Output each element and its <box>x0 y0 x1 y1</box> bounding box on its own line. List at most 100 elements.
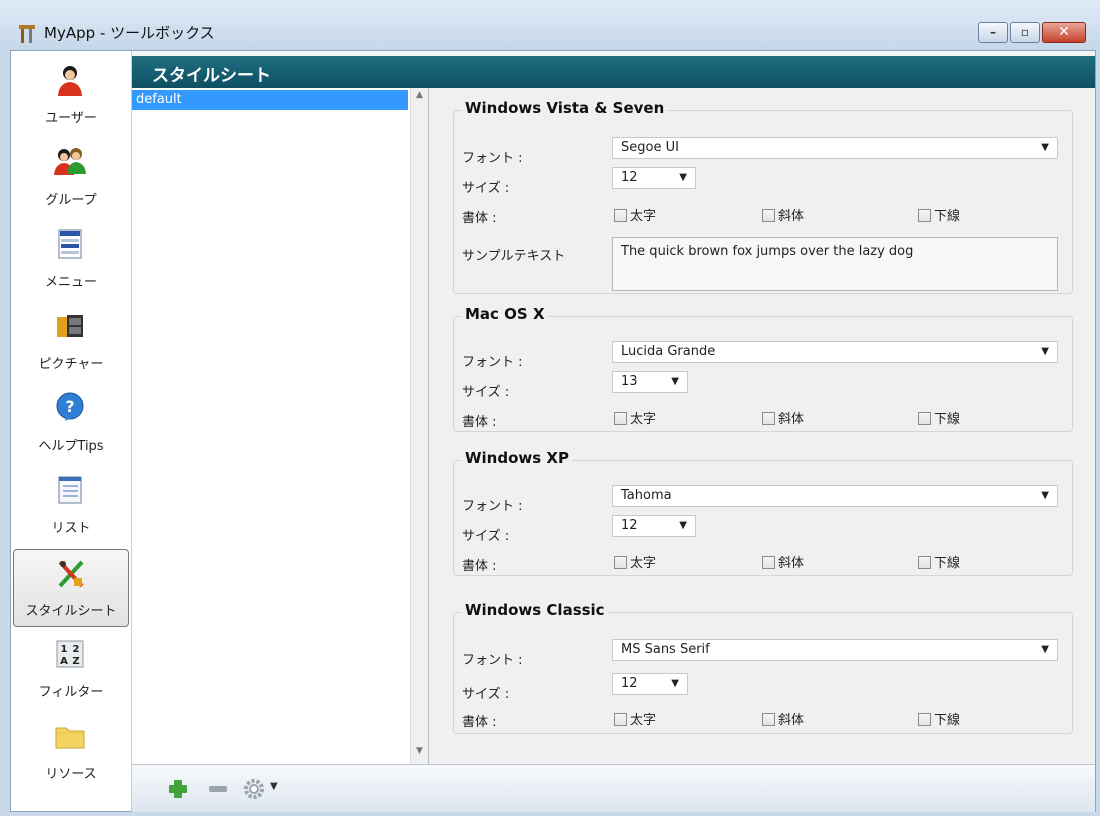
chevron-down-icon: ▼ <box>671 678 679 689</box>
bold-checkbox[interactable]: 太字 <box>614 709 656 728</box>
checkbox-box[interactable] <box>762 713 775 726</box>
underline-checkbox[interactable]: 下線 <box>918 709 960 728</box>
help-icon: ? <box>56 392 84 421</box>
remove-icon[interactable] <box>206 777 230 801</box>
underline-checkbox[interactable]: 下線 <box>918 205 960 224</box>
size-label: サイズ : <box>462 385 510 400</box>
style-label: 書体 : <box>462 715 497 730</box>
checkbox-box[interactable] <box>614 713 627 726</box>
chevron-down-icon: ▼ <box>1041 346 1049 357</box>
checkbox-box[interactable] <box>762 556 775 569</box>
chevron-down-icon: ▼ <box>1041 490 1049 501</box>
italic-label: 斜体 <box>778 556 805 571</box>
underline-checkbox[interactable]: 下線 <box>918 408 960 427</box>
font-select-value: Segoe UI <box>621 140 679 155</box>
underline-label: 下線 <box>934 556 961 571</box>
checkbox-box[interactable] <box>918 556 931 569</box>
sidebar-item-label: メニュー <box>44 275 97 290</box>
size-select-value: 12 <box>621 518 638 533</box>
bold-checkbox[interactable]: 太字 <box>614 408 656 427</box>
italic-checkbox[interactable]: 斜体 <box>762 552 804 571</box>
checkbox-box[interactable] <box>918 209 931 222</box>
sidebar-item-filter[interactable]: 1 2 A Z フィルター <box>13 631 129 709</box>
checkbox-box[interactable] <box>918 412 931 425</box>
italic-checkbox[interactable]: 斜体 <box>762 205 804 224</box>
checkbox-box[interactable] <box>762 209 775 222</box>
sidebar-item-label: スタイルシート <box>25 604 117 619</box>
gear-icon[interactable] <box>242 777 266 801</box>
checkbox-box[interactable] <box>614 412 627 425</box>
font-label: フォント : <box>462 499 523 514</box>
sidebar-item-stylesheet[interactable]: スタイルシート <box>13 549 129 627</box>
stylesheet-icon <box>58 560 84 588</box>
minimize-icon: – <box>990 25 996 39</box>
font-select-value: Tahoma <box>621 488 672 503</box>
font-select-value: MS Sans Serif <box>621 642 710 657</box>
size-select[interactable]: 12 ▼ <box>612 167 696 189</box>
font-select[interactable]: Segoe UI ▼ <box>612 137 1058 159</box>
font-select[interactable]: Lucida Grande ▼ <box>612 341 1058 363</box>
size-label: サイズ : <box>462 181 510 196</box>
list-icon <box>58 476 82 504</box>
bold-checkbox[interactable]: 太字 <box>614 205 656 224</box>
window-controls: – ▫ ✕ <box>976 22 1086 44</box>
size-label: サイズ : <box>462 687 510 702</box>
group-icon <box>54 148 86 175</box>
svg-text:1: 1 <box>61 644 68 655</box>
chevron-down-icon: ▼ <box>679 520 687 531</box>
maximize-icon: ▫ <box>1020 25 1030 39</box>
italic-label: 斜体 <box>778 209 805 224</box>
add-icon[interactable] <box>166 777 190 801</box>
scrollbar[interactable]: ▲ ▼ <box>410 88 428 764</box>
app-icon <box>19 25 35 43</box>
list-item[interactable]: default <box>132 90 408 110</box>
stylesheet-list[interactable]: default ▲ ▼ <box>132 88 429 764</box>
underline-label: 下線 <box>934 209 961 224</box>
title-bar: MyApp - ツールボックス – ▫ ✕ <box>0 0 1100 50</box>
sidebar-item-helptips[interactable]: ? ヘルプTips <box>13 385 129 463</box>
close-button[interactable]: ✕ <box>1042 22 1086 43</box>
minimize-button[interactable]: – <box>978 22 1008 43</box>
sidebar: ユーザー グループ メニュー ピクチャー ? ヘルプTips リスト スタイルシ… <box>11 51 132 811</box>
scroll-up-icon[interactable]: ▲ <box>411 90 428 106</box>
maximize-button[interactable]: ▫ <box>1010 22 1040 43</box>
sidebar-item-resources[interactable]: リソース <box>13 713 129 791</box>
style-label: 書体 : <box>462 211 497 226</box>
sidebar-item-pictures[interactable]: ピクチャー <box>13 303 129 381</box>
sidebar-item-list[interactable]: リスト <box>13 467 129 545</box>
client-area: ユーザー グループ メニュー ピクチャー ? ヘルプTips リスト スタイルシ… <box>10 50 1096 812</box>
checkbox-box[interactable] <box>918 713 931 726</box>
size-select[interactable]: 12 ▼ <box>612 673 688 695</box>
sidebar-item-users[interactable]: ユーザー <box>13 57 129 135</box>
app-window: MyApp - ツールボックス – ▫ ✕ ユーザー グループ メニュー ピクチ… <box>0 0 1100 816</box>
underline-label: 下線 <box>934 412 961 427</box>
checkbox-box[interactable] <box>762 412 775 425</box>
close-icon: ✕ <box>1058 24 1070 40</box>
size-select[interactable]: 13 ▼ <box>612 371 688 393</box>
sidebar-item-groups[interactable]: グループ <box>13 139 129 217</box>
checkbox-box[interactable] <box>614 209 627 222</box>
font-select[interactable]: MS Sans Serif ▼ <box>612 639 1058 661</box>
sample-text-label: サンプルテキスト <box>462 249 566 264</box>
sidebar-item-menu[interactable]: メニュー <box>13 221 129 299</box>
italic-label: 斜体 <box>778 713 805 728</box>
italic-checkbox[interactable]: 斜体 <box>762 709 804 728</box>
bold-checkbox[interactable]: 太字 <box>614 552 656 571</box>
sidebar-item-label: ピクチャー <box>38 357 104 372</box>
folder-icon <box>55 727 85 749</box>
size-select-value: 13 <box>621 374 638 389</box>
font-select-value: Lucida Grande <box>621 344 716 359</box>
checkbox-box[interactable] <box>614 556 627 569</box>
italic-checkbox[interactable]: 斜体 <box>762 408 804 427</box>
size-select-value: 12 <box>621 676 638 691</box>
group-windows-classic: Windows Classic フォント : MS Sans Serif ▼ サ… <box>453 601 1073 734</box>
svg-text:A: A <box>60 656 68 667</box>
section-header: スタイルシート <box>132 56 1095 88</box>
chevron-down-icon[interactable]: ▼ <box>270 781 278 792</box>
size-select[interactable]: 12 ▼ <box>612 515 696 537</box>
underline-checkbox[interactable]: 下線 <box>918 552 960 571</box>
italic-label: 斜体 <box>778 412 805 427</box>
scroll-down-icon[interactable]: ▼ <box>411 746 428 762</box>
sidebar-item-label: グループ <box>45 193 97 208</box>
font-select[interactable]: Tahoma ▼ <box>612 485 1058 507</box>
